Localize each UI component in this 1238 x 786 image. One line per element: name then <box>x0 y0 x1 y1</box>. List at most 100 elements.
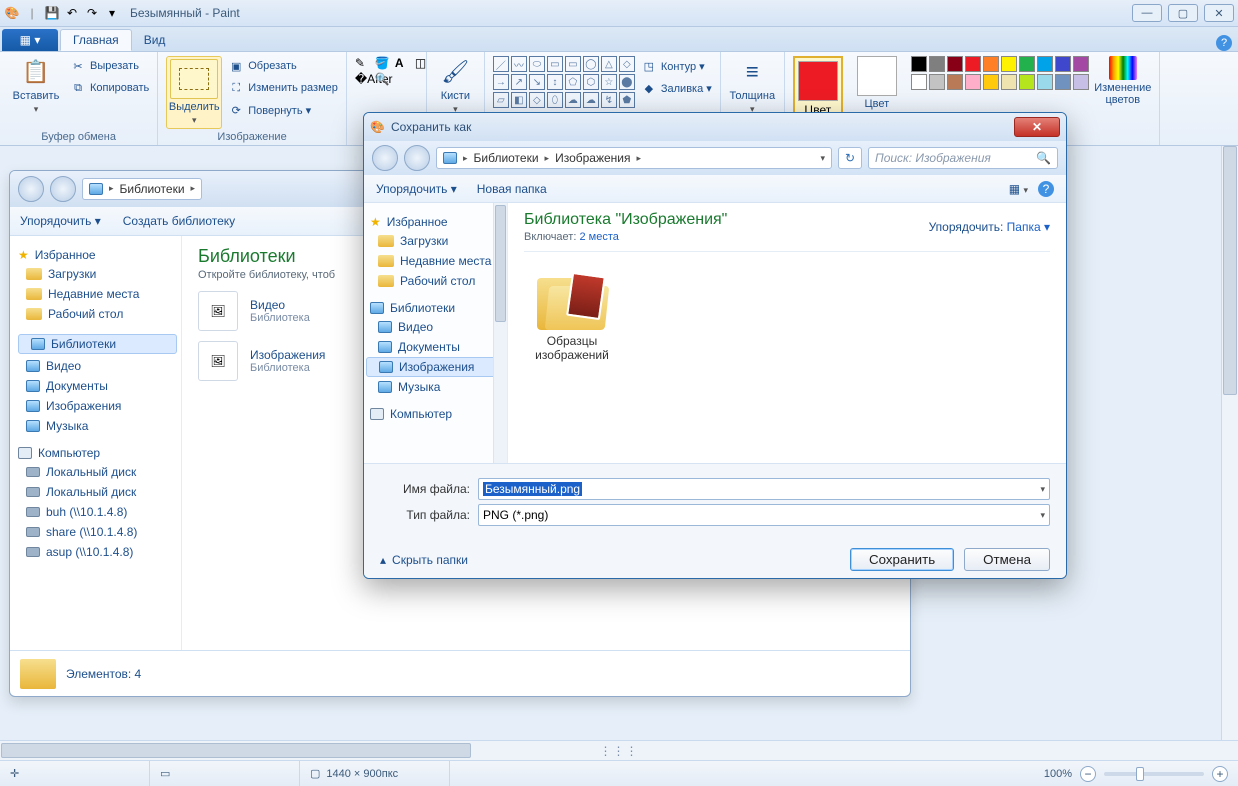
color-swatch[interactable] <box>983 56 999 72</box>
dialog-help-icon[interactable]: ? <box>1038 181 1054 197</box>
dialog-search-input[interactable]: Поиск: Изображения 🔍 <box>868 147 1058 169</box>
chevron-down-icon[interactable]: ▾ <box>1040 484 1045 495</box>
qat-dropdown-icon[interactable]: ▾ <box>104 5 120 21</box>
zoom-in-button[interactable]: + <box>1212 766 1228 782</box>
chevron-down-icon[interactable]: ▾ <box>1040 510 1045 521</box>
cancel-button[interactable]: Отмена <box>964 548 1050 571</box>
color-swatch[interactable] <box>1073 56 1089 72</box>
shape-item[interactable]: ↯ <box>601 92 617 108</box>
includes-link[interactable]: 2 места <box>579 231 618 243</box>
color-swatch[interactable] <box>1019 74 1035 90</box>
color-swatch[interactable] <box>911 56 927 72</box>
tree-item[interactable]: Видео <box>14 356 177 376</box>
shape-item[interactable]: ◇ <box>619 56 635 72</box>
forward-button[interactable] <box>50 176 76 202</box>
shape-item[interactable]: ⬡ <box>583 74 599 90</box>
color2-button[interactable]: Цвет <box>849 56 905 110</box>
tree-item[interactable]: Локальный диск <box>14 482 177 502</box>
crop-button[interactable]: ▣Обрезать <box>228 56 338 76</box>
shape-item[interactable]: ⬠ <box>565 74 581 90</box>
dlg-libraries[interactable]: Библиотеки <box>370 301 505 315</box>
sort-value-button[interactable]: Папка ▾ <box>1007 220 1050 234</box>
brushes-button[interactable]: 🖌 Кисти▾ <box>435 56 476 115</box>
shape-item[interactable]: ⬤ <box>619 74 635 90</box>
tree-item[interactable]: Недавние места <box>366 251 505 271</box>
dialog-organize-button[interactable]: Упорядочить ▾ <box>376 182 457 196</box>
dlg-favorites[interactable]: ★Избранное <box>370 215 505 229</box>
zoom-tool-icon[interactable]: 🔍 <box>375 72 393 86</box>
dialog-back-button[interactable] <box>372 145 398 171</box>
select-button[interactable]: Выделить▾ <box>166 56 222 129</box>
color-swatch[interactable] <box>983 74 999 90</box>
color-swatch[interactable] <box>965 74 981 90</box>
pencil-tool-icon[interactable]: ✎ <box>355 56 373 70</box>
shapes-gallery[interactable]: ／〰⬭▭▭◯△◇→↗↘↕⬠⬡☆⬤▱◧◇⬯☁☁↯⬟ <box>493 56 635 108</box>
tree-item[interactable]: share (\\10.1.4.8) <box>14 522 177 542</box>
sidebar-libraries[interactable]: Библиотеки <box>18 334 177 354</box>
tree-item[interactable]: Загрузки <box>366 231 505 251</box>
dialog-new-folder-button[interactable]: Новая папка <box>477 182 547 196</box>
back-button[interactable] <box>18 176 44 202</box>
tree-item[interactable]: Видео <box>366 317 505 337</box>
dlg-computer[interactable]: Компьютер <box>370 407 505 421</box>
shape-outline-button[interactable]: ◳Контур ▾ <box>641 56 712 76</box>
window-maximize-button[interactable]: ▢ <box>1168 4 1198 22</box>
tab-home[interactable]: Главная <box>60 29 132 51</box>
save-button[interactable]: Сохранить <box>850 548 954 571</box>
color-swatch[interactable] <box>1055 56 1071 72</box>
tree-item[interactable]: Документы <box>14 376 177 396</box>
file-menu-button[interactable]: ▦ ▾ <box>2 29 58 51</box>
tree-item[interactable]: Рабочий стол <box>14 304 177 324</box>
chevron-down-icon[interactable]: ▾ <box>820 153 825 164</box>
tree-item[interactable]: Рабочий стол <box>366 271 505 291</box>
color-swatch[interactable] <box>1037 56 1053 72</box>
sidebar-favorites[interactable]: ★Избранное <box>18 248 177 262</box>
rotate-button[interactable]: ⟳Повернуть ▾ <box>228 100 338 120</box>
shape-item[interactable]: ☁ <box>565 92 581 108</box>
tree-item[interactable]: Загрузки <box>14 264 177 284</box>
tab-view[interactable]: Вид <box>132 29 178 51</box>
cut-button[interactable]: ✂Вырезать <box>70 56 149 76</box>
qat-redo-icon[interactable]: ↷ <box>84 5 100 21</box>
shape-item[interactable]: ◇ <box>529 92 545 108</box>
tree-item[interactable]: Локальный диск <box>14 462 177 482</box>
shape-item[interactable]: ⬟ <box>619 92 635 108</box>
shape-item[interactable]: 〰 <box>511 56 527 72</box>
dialog-sidebar-scrollbar[interactable] <box>493 203 507 463</box>
shape-item[interactable]: ↕ <box>547 74 563 90</box>
shape-item[interactable]: ⬭ <box>529 56 545 72</box>
copy-button[interactable]: ⧉Копировать <box>70 78 149 98</box>
organize-button[interactable]: Упорядочить ▾ <box>20 214 101 228</box>
filetype-select[interactable]: PNG (*.png) ▾ <box>478 504 1050 526</box>
horizontal-scrollbar[interactable]: ⋮⋮⋮ <box>0 740 1238 760</box>
help-icon[interactable]: ? <box>1216 35 1232 51</box>
shape-item[interactable]: ◧ <box>511 92 527 108</box>
folder-tile-samples[interactable]: Образцы изображений <box>524 270 620 362</box>
filename-input[interactable]: Безымянный.png ▾ <box>478 478 1050 500</box>
zoom-out-button[interactable]: − <box>1080 766 1096 782</box>
color-swatch[interactable] <box>965 56 981 72</box>
tree-item[interactable]: Документы <box>366 337 505 357</box>
color-swatch[interactable] <box>911 74 927 90</box>
size-button[interactable]: ≡ Толщина▾ <box>729 56 776 115</box>
dialog-forward-button[interactable] <box>404 145 430 171</box>
color-swatch[interactable] <box>1037 74 1053 90</box>
tree-item[interactable]: Музыка <box>366 377 505 397</box>
vertical-scrollbar[interactable] <box>1221 146 1238 740</box>
qat-save-icon[interactable]: 💾 <box>44 5 60 21</box>
tree-item[interactable]: Изображения <box>366 357 505 377</box>
tree-item[interactable]: Музыка <box>14 416 177 436</box>
hide-folders-button[interactable]: ▴ Скрыть папки <box>380 553 468 567</box>
edit-colors-button[interactable]: Изменение цветов <box>1095 56 1151 106</box>
breadcrumb-segment[interactable]: Библиотеки <box>474 151 539 165</box>
tree-item[interactable]: Недавние места <box>14 284 177 304</box>
shape-item[interactable]: ☆ <box>601 74 617 90</box>
shape-item[interactable]: ↗ <box>511 74 527 90</box>
zoom-slider[interactable] <box>1104 772 1204 776</box>
color-swatch[interactable] <box>929 74 945 90</box>
shape-item[interactable]: ▭ <box>547 56 563 72</box>
color-swatch[interactable] <box>1055 74 1071 90</box>
shape-item[interactable]: ▱ <box>493 92 509 108</box>
text-tool-icon[interactable]: A <box>395 56 413 70</box>
color-palette[interactable] <box>911 56 1089 90</box>
